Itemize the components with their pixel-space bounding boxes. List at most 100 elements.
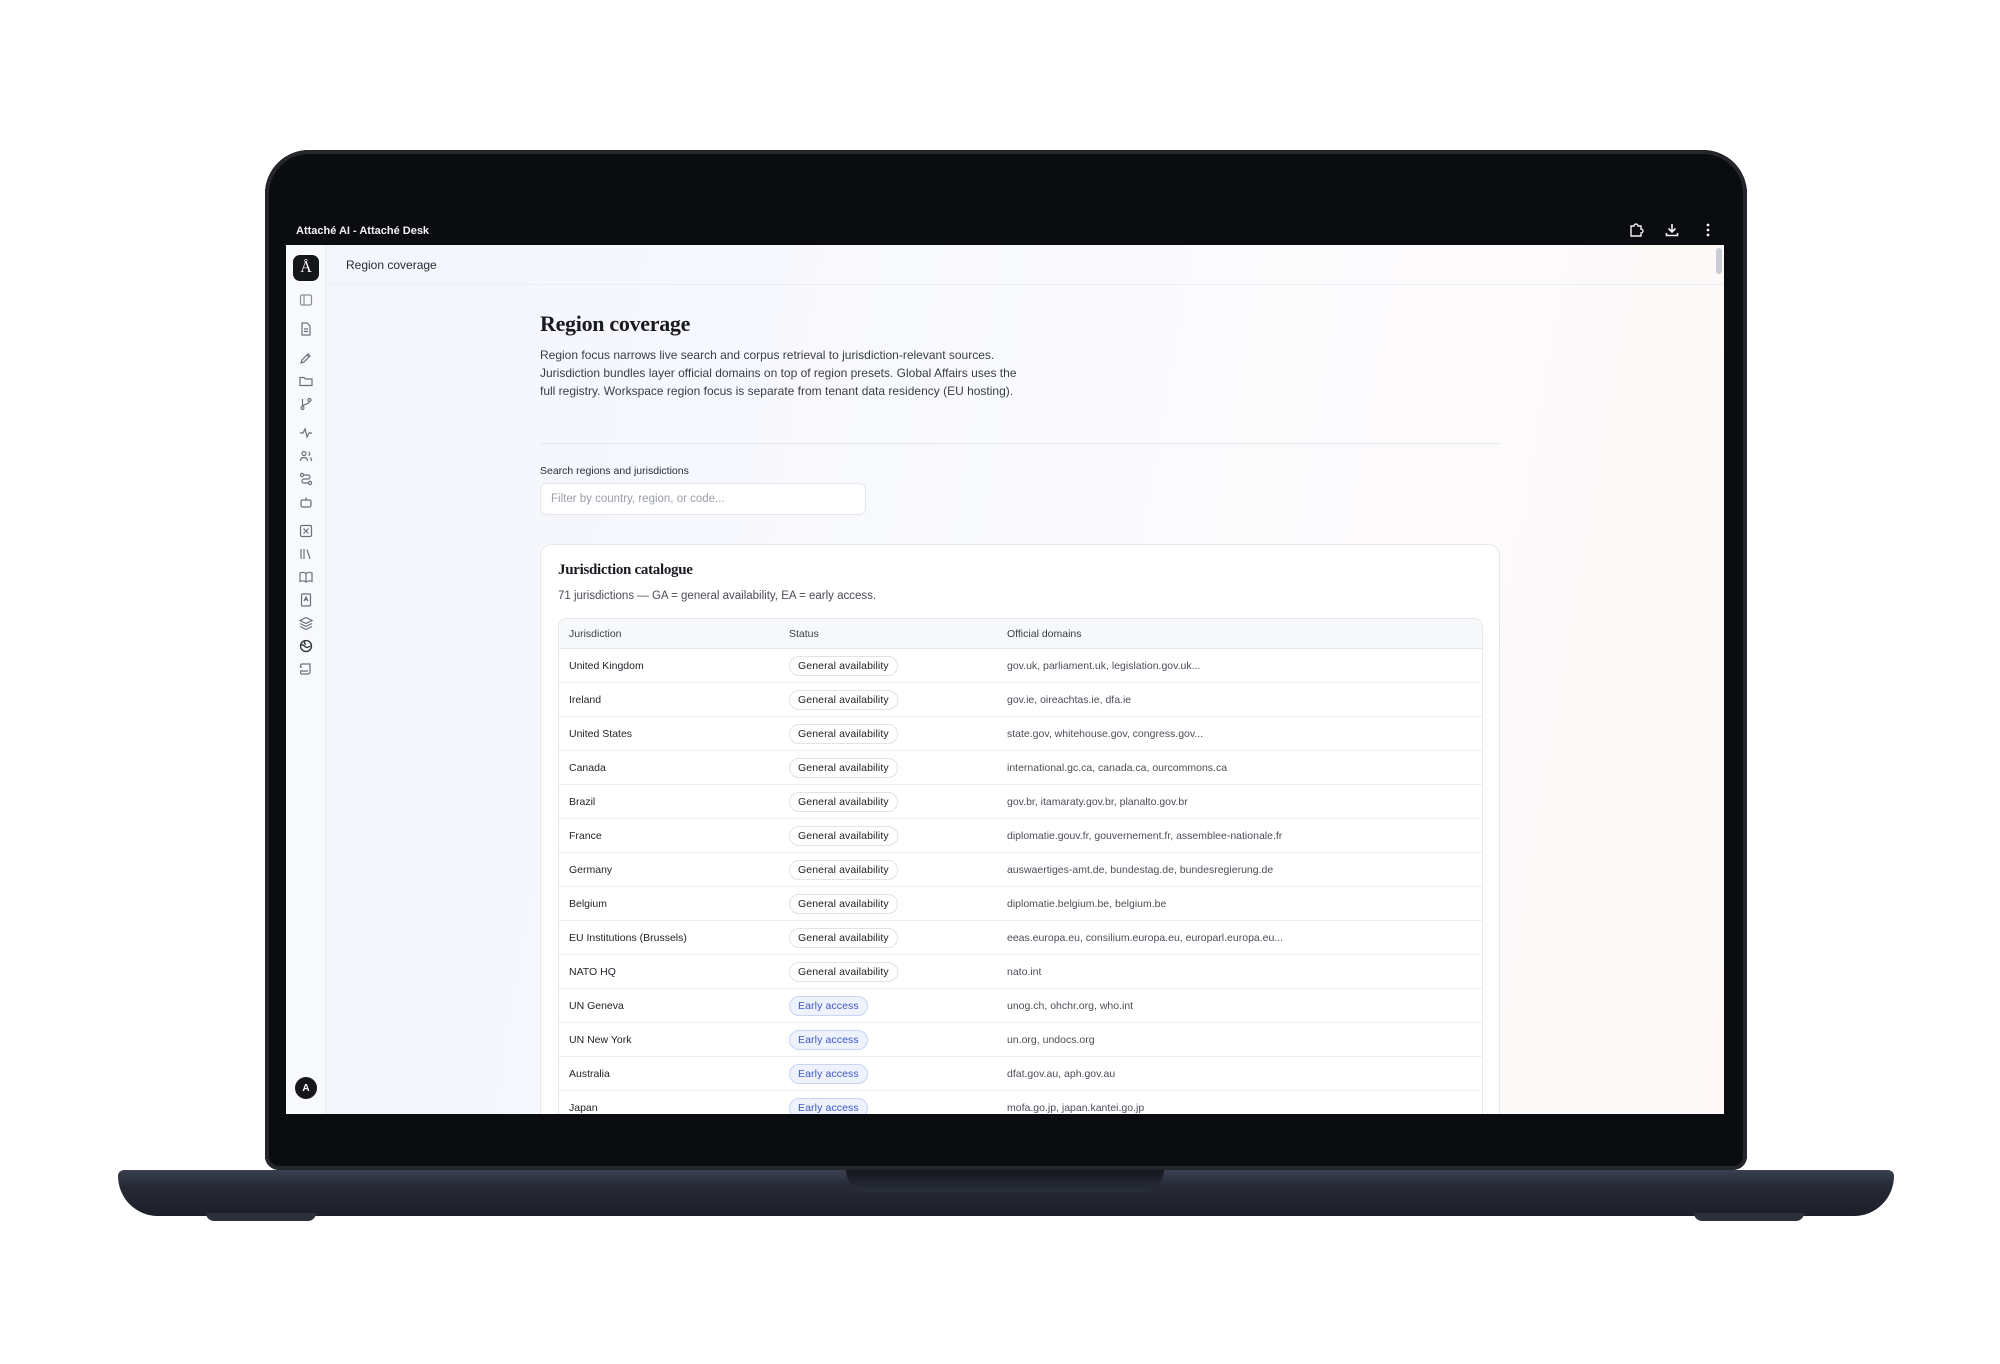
status-cell: General availability [779,961,997,982]
jurisdiction-table: Jurisdiction Status Official domains Uni… [558,618,1483,1114]
table-row[interactable]: UN Geneva Early access unog.ch, ohchr.org,… [559,989,1482,1023]
users-icon[interactable] [298,448,314,464]
jurisdiction-catalogue-card: Jurisdiction catalogue 71 jurisdictions … [540,544,1500,1114]
table-row[interactable]: Germany General availability auswaertiges-… [559,853,1482,887]
official-domains: gov.br, itamaraty.gov.br, planalto.gov.b… [1007,795,1188,808]
status-badge: General availability [789,927,898,948]
jurisdiction-name: UN Geneva [569,999,624,1012]
jurisdiction-name: NATO HQ [569,965,616,978]
table-row[interactable]: NATO HQ General availability nato.int [559,955,1482,989]
status-badge: General availability [789,825,898,846]
topbar: Region coverage [326,245,1724,285]
sidebar-rail: Å A [286,245,326,1114]
jurisdiction-name: France [569,829,602,842]
official-domains: un.org, undocs.org [1007,1033,1095,1046]
table-row[interactable]: Belgium General availability diplomatie.be… [559,887,1482,921]
scrollbar[interactable] [1716,248,1722,274]
status-badge: Early access [789,1097,868,1114]
table-body: United Kingdom General availability gov.uk… [559,649,1482,1114]
laptop-foot-right [1694,1213,1804,1221]
window-title: Attaché AI - Attaché Desk [296,225,430,237]
official-domains: diplomatie.gouv.fr, gouvernement.fr, ass… [1007,829,1283,842]
jurisdiction-name: Belgium [569,897,607,910]
table-row[interactable]: Canada General availability international.… [559,751,1482,785]
pen-icon[interactable] [298,350,314,366]
route-icon[interactable] [298,471,314,487]
column-header-status: Status [789,627,819,640]
folder-icon[interactable] [298,373,314,389]
table-row[interactable]: Australia Early access dfat.gov.au, aph.go… [559,1057,1482,1091]
user-avatar[interactable]: A [295,1077,317,1099]
status-cell: General availability [779,689,997,710]
jurisdiction-name: Canada [569,761,606,774]
table-row[interactable]: United States General availability state.g… [559,717,1482,751]
table-row[interactable]: UN New York Early access un.org, undocs.or… [559,1023,1482,1057]
official-domains: eeas.europa.eu, consilium.europa.eu, eur… [1007,931,1284,944]
laptop-foot-left [206,1213,316,1221]
table-row[interactable]: France General availability diplomatie.gou… [559,819,1482,853]
column-header-jurisdiction: Jurisdiction [569,627,622,640]
git-branch-icon[interactable] [298,396,314,412]
scroll-icon[interactable] [298,661,314,677]
book-open-icon[interactable] [298,569,314,585]
status-cell: General availability [779,757,997,778]
official-domains: nato.int [1007,965,1042,978]
jurisdiction-name: United States [569,727,633,740]
window-titlebar: Attaché AI - Attaché Desk [286,217,1724,245]
table-row[interactable]: EU Institutions (Brussels) General availa… [559,921,1482,955]
jurisdiction-name: United Kingdom [569,659,644,672]
status-badge: General availability [789,655,898,676]
column-header-domains: Official domains [1007,627,1082,640]
layers-icon[interactable] [298,615,314,631]
official-domains: dfat.gov.au, aph.gov.au [1007,1067,1116,1080]
official-domains: diplomatie.belgium.be, belgium.be [1007,897,1167,910]
globe-icon[interactable] [298,638,314,654]
jurisdiction-name: Germany [569,863,613,876]
document-icon[interactable] [298,321,314,337]
status-cell: General availability [779,859,997,880]
status-badge: General availability [789,757,898,778]
search-input[interactable] [540,483,866,515]
table-row[interactable]: Ireland General availability gov.ie, oirea… [559,683,1482,717]
status-badge: General availability [789,723,898,744]
page-title: Region coverage [540,311,691,336]
status-badge: Early access [789,1029,868,1050]
status-badge: General availability [789,961,898,982]
more-vertical-icon[interactable] [1700,222,1716,241]
table-row[interactable]: Brazil General availability gov.br, itamar… [559,785,1482,819]
official-domains: auswaertiges-amt.de, bundestag.de, bunde… [1007,863,1274,876]
status-cell: Early access [779,1029,997,1050]
bot-icon[interactable] [298,494,314,510]
table-header: Jurisdiction Status Official domains [559,619,1482,649]
page-description: Region focus narrows live search and cor… [540,348,1017,398]
jurisdiction-name: Japan [569,1101,598,1114]
status-badge: General availability [789,689,898,710]
table-row[interactable]: Japan Early access mofa.go.jp, japan.kante… [559,1091,1482,1114]
app-logo[interactable]: Å [293,255,319,281]
status-badge: Early access [789,1063,868,1084]
file-text-icon[interactable] [298,592,314,608]
search-label: Search regions and jurisdictions [540,465,689,477]
jurisdiction-name: Brazil [569,795,596,808]
extension-icon[interactable] [1628,222,1644,241]
activity-icon[interactable] [298,425,314,441]
official-domains: gov.uk, parliament.uk, legislation.gov.u… [1007,659,1201,672]
status-cell: General availability [779,791,997,812]
download-icon[interactable] [1664,222,1680,241]
laptop-base-notch [846,1170,1164,1192]
official-domains: unog.ch, ohchr.org, who.int [1007,999,1134,1012]
status-badge: General availability [789,893,898,914]
status-cell: Early access [779,1097,997,1114]
status-cell: Early access [779,995,997,1016]
official-domains: gov.ie, oireachtas.ie, dfa.ie [1007,693,1132,706]
catalogue-subtitle: 71 jurisdictions — GA = general availabi… [558,590,877,602]
status-cell: General availability [779,655,997,676]
app-screen: Å A Region coverage Region coverage Regi… [286,245,1724,1114]
table-row[interactable]: United Kingdom General availability gov.uk… [559,649,1482,683]
breadcrumb: Region coverage [346,258,437,272]
jurisdiction-name: Ireland [569,693,602,706]
library-icon[interactable] [298,546,314,562]
square-x-icon[interactable] [298,523,314,539]
jurisdiction-name: EU Institutions (Brussels) [569,931,687,944]
sidebar-toggle-icon[interactable] [298,292,314,308]
